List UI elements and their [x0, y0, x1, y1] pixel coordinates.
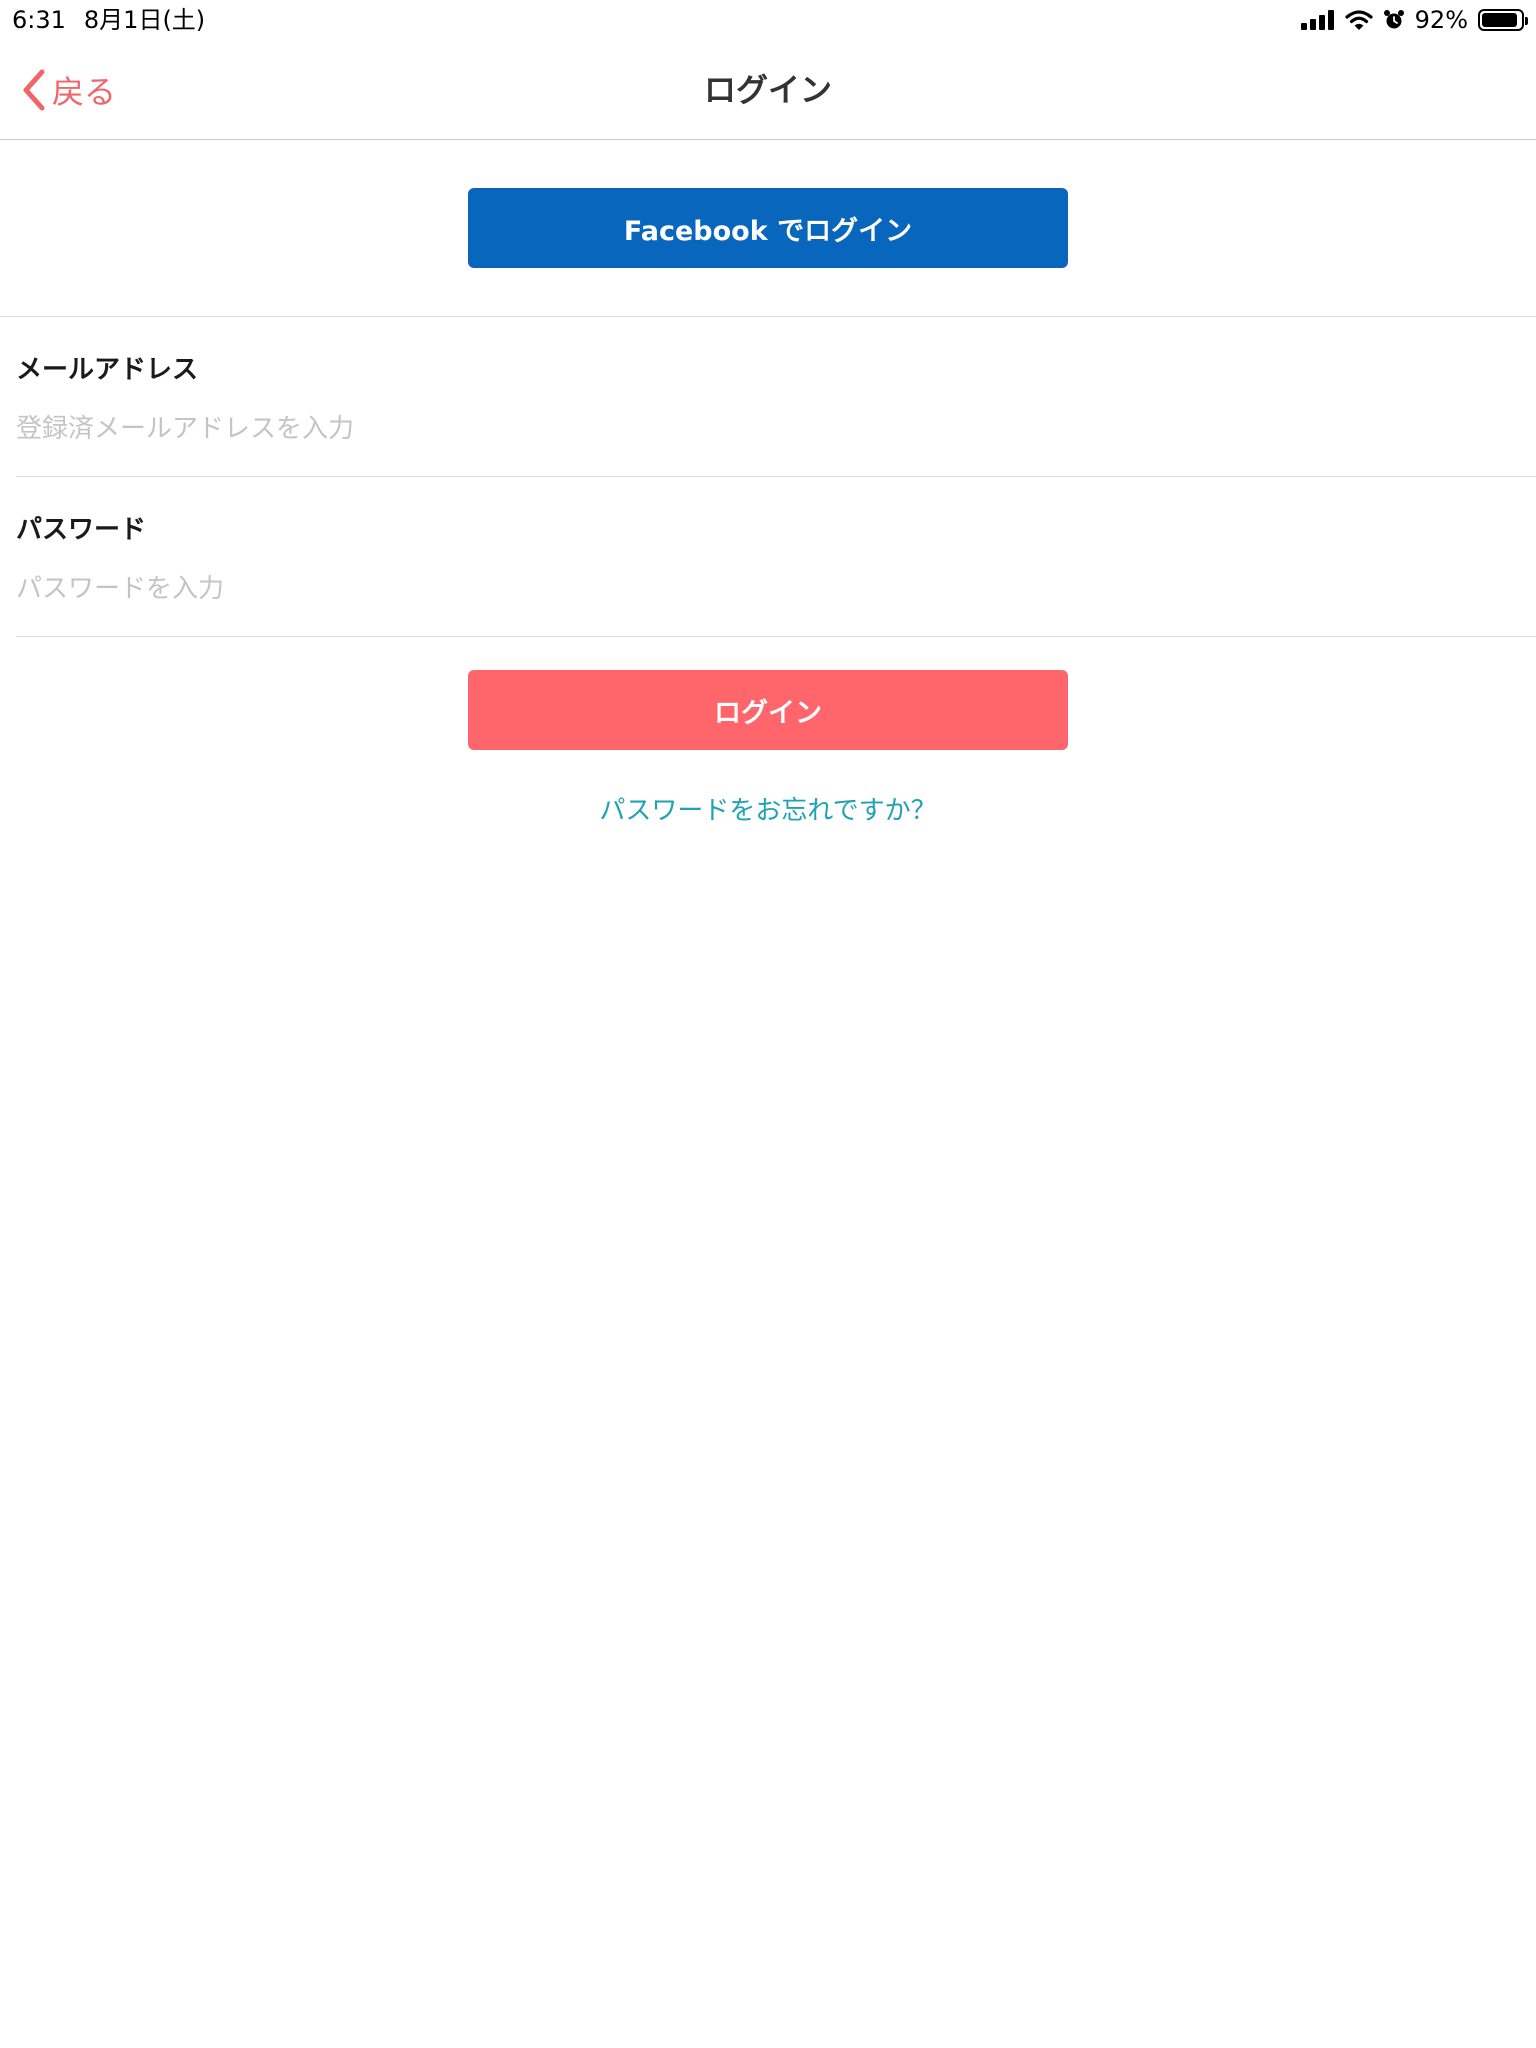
battery-level	[1482, 13, 1517, 27]
status-bar: 6:31 8月1日(土) 92%	[0, 0, 1536, 40]
battery-cap	[1525, 17, 1528, 25]
login-button[interactable]: ログイン	[468, 670, 1068, 750]
status-left: 6:31 8月1日(土)	[12, 4, 205, 36]
email-input[interactable]	[16, 407, 1496, 451]
battery-icon	[1478, 9, 1528, 31]
login-button-label: ログイン	[714, 697, 822, 729]
password-field-row: パスワード	[16, 477, 1536, 637]
alarm-icon	[1383, 10, 1404, 29]
forgot-password-link[interactable]: パスワードをお忘れですか？	[0, 790, 1536, 827]
cellular-signal-icon	[1300, 10, 1334, 30]
status-right: 92%	[1300, 4, 1528, 36]
facebook-login-button[interactable]: Facebook でログイン	[468, 188, 1068, 268]
battery-percent: 92%	[1414, 6, 1468, 34]
status-time: 6:31	[12, 6, 66, 34]
password-label: パスワード	[16, 515, 147, 545]
page-title: ログイン	[703, 71, 832, 109]
email-label: メールアドレス	[16, 355, 199, 385]
wifi-icon	[1345, 10, 1373, 30]
navigation-bar: 戻る ログイン	[0, 40, 1536, 140]
password-input[interactable]	[16, 567, 1496, 611]
status-date: 8月1日(土)	[83, 6, 206, 34]
email-field-row: メールアドレス	[16, 317, 1536, 477]
facebook-login-label: Facebook でログイン	[623, 215, 913, 247]
